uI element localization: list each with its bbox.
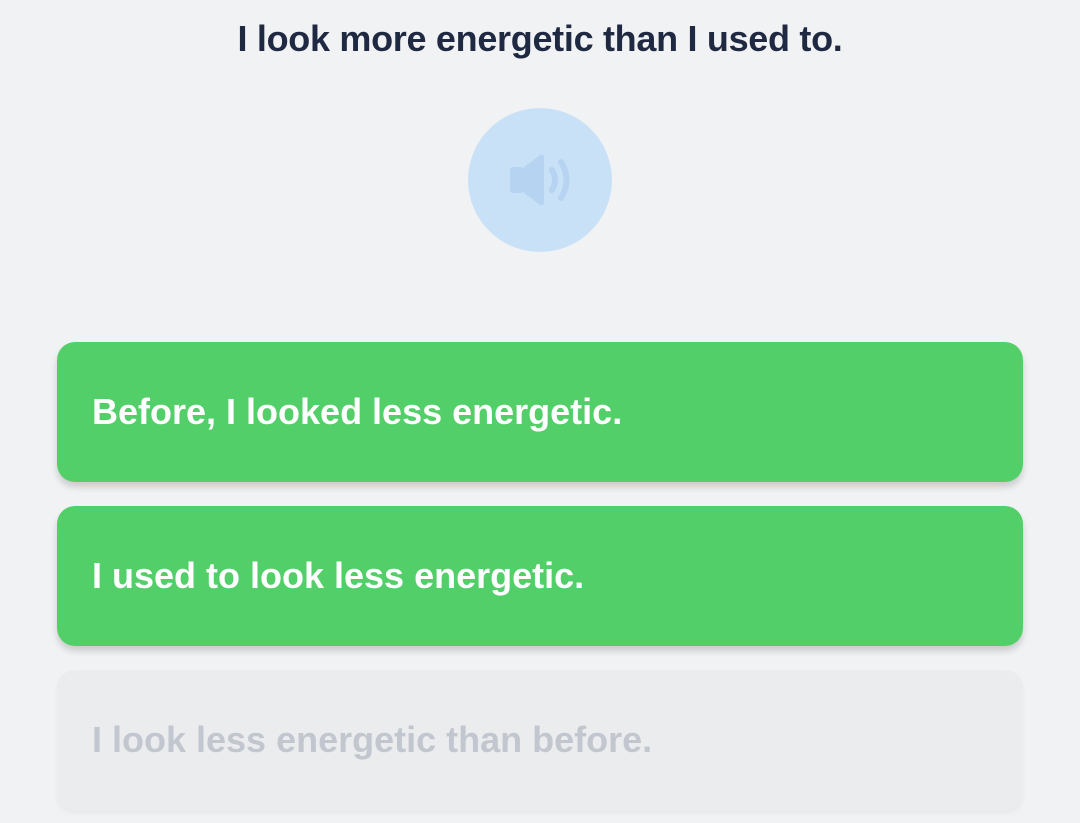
speaker-icon xyxy=(510,154,570,206)
answer-option-2[interactable]: I used to look less energetic. xyxy=(57,506,1023,646)
answer-option-label: I look less energetic than before. xyxy=(92,719,653,760)
answer-option-1[interactable]: Before, I looked less energetic. xyxy=(57,342,1023,482)
answer-option-label: I used to look less energetic. xyxy=(92,555,585,596)
answer-option-label: Before, I looked less energetic. xyxy=(92,391,623,432)
play-audio-button[interactable] xyxy=(468,108,612,252)
prompt-sentence: I look more energetic than I used to. xyxy=(237,18,843,59)
answer-option-3: I look less energetic than before. xyxy=(57,670,1023,810)
exercise-screen: I look more energetic than I used to. Be… xyxy=(0,0,1080,823)
